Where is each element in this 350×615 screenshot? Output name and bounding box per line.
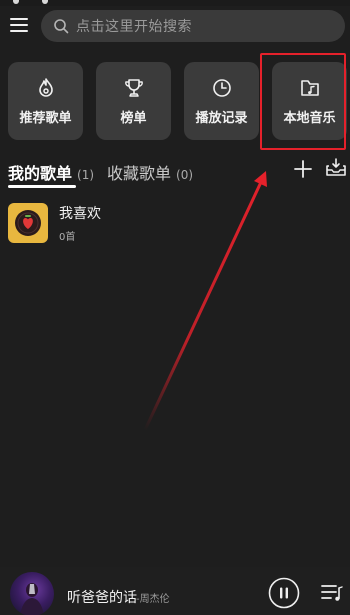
- pause-icon[interactable]: [268, 577, 300, 609]
- trophy-icon: [124, 78, 143, 97]
- active-tab-indicator: [8, 185, 76, 188]
- list-item[interactable]: 我喜欢 0首: [8, 203, 348, 245]
- quick-action-local-music[interactable]: 本地音乐: [272, 62, 347, 140]
- tab-my-playlists[interactable]: 我的歌单 (1): [8, 160, 94, 186]
- status-icon: [42, 0, 48, 4]
- quick-action-label: 榜单: [120, 110, 147, 126]
- music-folder-icon: [300, 79, 319, 96]
- quick-action-label: 推荐歌单: [19, 110, 72, 126]
- add-playlist-icon[interactable]: [292, 158, 314, 180]
- quick-action-recommended-playlists[interactable]: 推荐歌单: [8, 62, 83, 140]
- status-icon: [13, 0, 19, 4]
- vinyl-heart-icon: [15, 210, 41, 236]
- flame-disc-icon: [38, 77, 53, 97]
- quick-actions: 推荐歌单 榜单 播放记录 本地音乐: [8, 62, 348, 140]
- search-icon: [54, 19, 69, 34]
- album-art[interactable]: [10, 572, 54, 615]
- search-placeholder: 点击这里开始搜索: [76, 19, 192, 35]
- search-input[interactable]: 点击这里开始搜索: [41, 10, 345, 42]
- quick-action-label: 播放记录: [195, 110, 248, 126]
- tab-label: 我的歌单: [8, 164, 73, 183]
- playlist-queue-icon[interactable]: [321, 583, 343, 603]
- now-playing-bar[interactable]: 听爸爸的话 -周杰伦: [0, 567, 350, 615]
- top-bar: 点击这里开始搜索: [0, 10, 350, 42]
- status-bar: [0, 0, 350, 6]
- quick-action-charts[interactable]: 榜单: [96, 62, 171, 140]
- menu-icon[interactable]: [10, 18, 28, 32]
- tab-favorite-playlists[interactable]: 收藏歌单 (0): [107, 160, 193, 186]
- tab-count: (0): [176, 168, 194, 182]
- tab-count: (1): [77, 168, 95, 182]
- now-playing-artist: -周杰伦: [136, 594, 170, 605]
- playlist-cover: [8, 203, 48, 243]
- clock-icon: [212, 78, 231, 97]
- quick-action-label: 本地音乐: [283, 110, 336, 126]
- tab-label: 收藏歌单: [107, 164, 172, 183]
- album-art-image: [20, 583, 44, 615]
- playlist-name: 我喜欢: [59, 206, 101, 222]
- quick-action-play-history[interactable]: 播放记录: [184, 62, 259, 140]
- import-playlist-icon[interactable]: [325, 156, 347, 178]
- now-playing-title: 听爸爸的话: [67, 590, 137, 606]
- playlist-song-count: 0首: [59, 232, 76, 243]
